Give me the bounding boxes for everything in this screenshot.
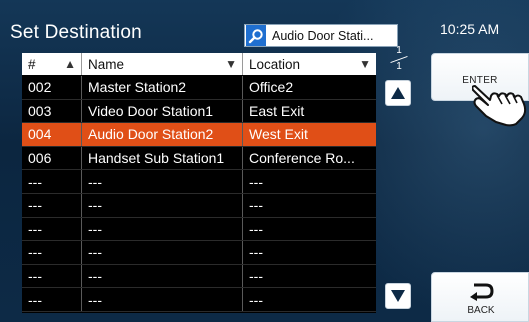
row-name-cell: Handset Sub Station1 (82, 146, 243, 170)
row-location-cell: --- (249, 268, 263, 285)
row-name-cell: --- (82, 241, 243, 264)
table-row[interactable]: --- --- --- (22, 288, 376, 312)
search-value[interactable]: Audio Door Stati... (272, 29, 373, 43)
row-number-cell: --- (22, 288, 82, 311)
page-current: 1 (396, 45, 402, 56)
page-title: Set Destination (10, 22, 142, 43)
row-location-cell: --- (249, 291, 263, 308)
row-number-cell: 003 (22, 99, 82, 123)
column-header-label: # (28, 56, 36, 72)
table-body: 002 Master Station2 Office2 003 Video Door S… (22, 76, 376, 312)
row-number-cell: 006 (22, 146, 82, 170)
back-button[interactable]: BACK (431, 272, 529, 322)
column-header-name[interactable]: Name ▼ (82, 53, 243, 75)
row-location-cell: --- (249, 197, 263, 214)
page-total: 1 (396, 61, 402, 72)
row-number-cell: --- (22, 241, 82, 264)
row-name-cell: --- (82, 170, 243, 193)
table-row-selected[interactable]: 004 Audio Door Station2 West Exit (22, 123, 376, 147)
sort-descending-icon: ▼ (225, 57, 237, 71)
clock: 10:25 AM (440, 21, 500, 37)
table-row[interactable]: --- --- --- (22, 264, 376, 289)
hand-pointer-icon (472, 85, 527, 127)
search-icon[interactable] (246, 25, 266, 46)
back-button-label: BACK (467, 305, 495, 316)
row-number-cell: --- (22, 193, 82, 217)
row-name-cell: Master Station2 (82, 76, 243, 99)
row-name-cell: Video Door Station1 (82, 99, 243, 123)
row-location-cell: East Exit (249, 102, 305, 119)
row-name-cell: --- (82, 264, 243, 288)
row-location-cell: West Exit (249, 126, 308, 143)
table-row[interactable]: 006 Handset Sub Station1 Conference Ro... (22, 146, 376, 171)
row-name-cell: --- (82, 288, 243, 311)
row-number-cell: --- (22, 217, 82, 241)
row-number-cell: --- (22, 264, 82, 288)
table-row[interactable]: --- --- --- (22, 193, 376, 218)
arrow-down-icon (391, 290, 405, 302)
column-header-location[interactable]: Location ▼ (243, 53, 376, 75)
table-row[interactable]: --- --- --- (22, 241, 376, 265)
page-indicator: 1 1 (376, 45, 422, 75)
table-row[interactable]: 003 Video Door Station1 East Exit (22, 99, 376, 124)
table-row[interactable]: --- --- --- (22, 170, 376, 194)
row-location-cell: --- (249, 244, 263, 261)
row-name-cell: --- (82, 217, 243, 241)
destination-table: # ▲ Name ▼ Location ▼ 002 Master Station2… (22, 53, 376, 313)
row-number-cell: 004 (22, 123, 82, 146)
column-header-label: Location (249, 56, 301, 72)
back-arrow-icon (470, 283, 494, 301)
row-location-cell: --- (249, 173, 263, 190)
row-location-cell: Conference Ro... (249, 150, 355, 167)
scroll-down-button[interactable] (385, 283, 411, 309)
column-header-label: Name (88, 56, 125, 72)
arrow-up-icon (391, 87, 405, 99)
row-number-cell: --- (22, 170, 82, 193)
column-header-number[interactable]: # ▲ (22, 53, 82, 75)
sort-descending-icon: ▼ (359, 57, 371, 71)
table-row[interactable]: --- --- --- (22, 217, 376, 242)
table-row[interactable]: 002 Master Station2 Office2 (22, 76, 376, 100)
row-location-cell: --- (249, 220, 263, 237)
sort-ascending-icon: ▲ (64, 57, 76, 71)
table-header: # ▲ Name ▼ Location ▼ (22, 53, 376, 75)
scroll-up-button[interactable] (385, 80, 411, 106)
search-field[interactable]: Audio Door Stati... (244, 24, 398, 47)
row-number-cell: 002 (22, 76, 82, 99)
row-name-cell: --- (82, 193, 243, 217)
row-name-cell: Audio Door Station2 (82, 123, 243, 146)
row-location-cell: Office2 (249, 79, 294, 96)
